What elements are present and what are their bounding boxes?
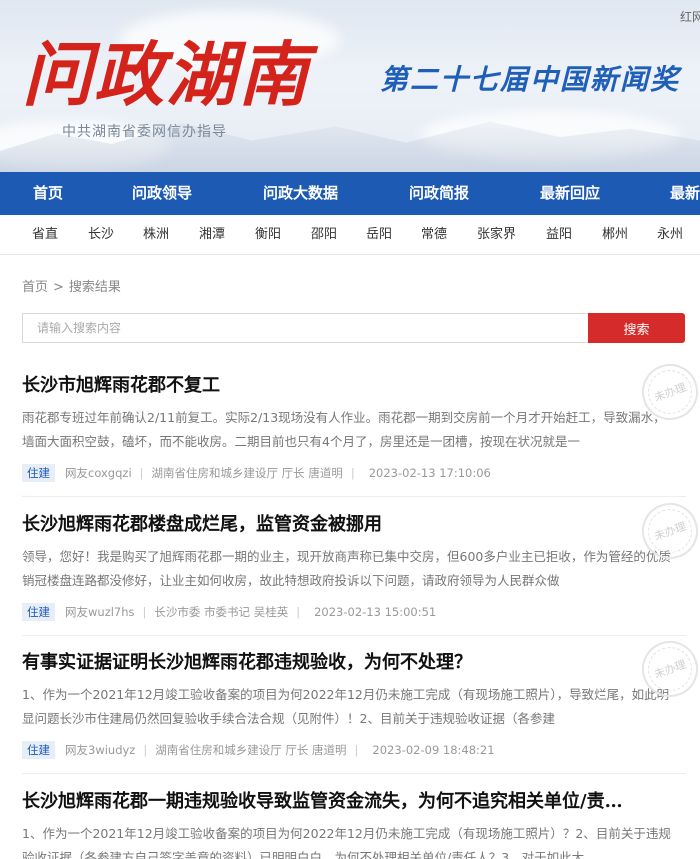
result-snippet: 1、作为一个2021年12月竣工验收备案的项目为何2022年12月仍未施工完成（… bbox=[22, 826, 671, 859]
result-department[interactable]: 湖南省住房和城乡建设厅 厅长 唐道明 bbox=[155, 742, 346, 758]
city-item[interactable]: 长沙 bbox=[88, 215, 114, 254]
result-item: 长沙旭辉雨花郡一期违规验收导致监管资金流失，为何不追究相关单位/责… 1、作为一… bbox=[22, 790, 686, 859]
result-department[interactable]: 长沙市委 市委书记 吴桂英 bbox=[154, 604, 288, 620]
result-user: 网友wuzl7hs bbox=[65, 605, 135, 619]
city-nav: 省直 长沙 株洲 湘潭 衡阳 邵阳 岳阳 常德 张家界 益阳 郴州 永州 bbox=[0, 215, 700, 255]
city-item[interactable]: 永州 bbox=[657, 215, 683, 254]
city-item[interactable]: 衡阳 bbox=[255, 215, 281, 254]
top-link[interactable]: 红网 bbox=[680, 8, 700, 25]
result-title[interactable]: 有事实证据证明长沙旭辉雨花郡违规验收，为何不处理？ bbox=[22, 651, 662, 675]
result-meta: 住建 网友3wiudyz | 湖南省住房和城乡建设厅 厅长 唐道明 | 2023… bbox=[22, 741, 686, 759]
city-item[interactable]: 张家界 bbox=[477, 215, 516, 254]
category-tag[interactable]: 住建 bbox=[22, 464, 55, 482]
result-user: 网友3wiudyz bbox=[65, 743, 136, 757]
result-item: 有事实证据证明长沙旭辉雨花郡违规验收，为何不处理？ 1、作为一个2021年12月… bbox=[22, 633, 700, 781]
header-banner: 问政湖南 中共湖南省委网信办指导 第二十七届中国新闻奖 红网 bbox=[0, 0, 700, 172]
main-nav: 首页 问政领导 问政大数据 问政简报 最新回应 最新 bbox=[0, 172, 700, 215]
meta-divider: | bbox=[143, 743, 148, 757]
meta-divider: | bbox=[139, 466, 144, 480]
nav-item-briefing[interactable]: 问政简报 bbox=[409, 172, 469, 215]
search-button[interactable]: 搜索 bbox=[588, 313, 685, 343]
site-logo[interactable]: 问政湖南 bbox=[22, 30, 310, 120]
search-input[interactable] bbox=[22, 313, 589, 343]
category-tag[interactable]: 住建 bbox=[22, 741, 55, 759]
row-divider bbox=[22, 635, 686, 636]
result-title[interactable]: 长沙旭辉雨花郡楼盘成烂尾，监管资金被挪用 bbox=[22, 513, 662, 537]
row-divider bbox=[22, 773, 686, 774]
category-tag[interactable]: 住建 bbox=[22, 603, 55, 621]
meta-divider: | bbox=[354, 743, 359, 757]
breadcrumb-separator: > bbox=[53, 280, 64, 295]
city-item[interactable]: 株洲 bbox=[143, 215, 169, 254]
city-item[interactable]: 岳阳 bbox=[366, 215, 392, 254]
nav-item-bigdata[interactable]: 问政大数据 bbox=[263, 172, 338, 215]
city-item[interactable]: 省直 bbox=[32, 215, 58, 254]
city-item[interactable]: 邵阳 bbox=[311, 215, 337, 254]
result-item: 长沙旭辉雨花郡楼盘成烂尾，监管资金被挪用 领导，您好！我是购买了旭辉雨花郡一期的… bbox=[22, 495, 700, 643]
result-snippet: 雨花郡专班过年前确认2/11前复工。实际2/13现场没有人作业。雨花郡一期到交房… bbox=[22, 410, 666, 449]
result-meta: 住建 网友coxgqzi | 湖南省住房和城乡建设厅 厅长 唐道明 | 2023… bbox=[22, 464, 686, 482]
city-item[interactable]: 湘潭 bbox=[199, 215, 225, 254]
meta-divider: | bbox=[296, 605, 301, 619]
result-title[interactable]: 长沙市旭辉雨花郡不复工 bbox=[22, 374, 662, 398]
banner-slogan: 第二十七届中国新闻奖 bbox=[380, 63, 681, 96]
nav-item-home[interactable]: 首页 bbox=[33, 172, 63, 215]
city-item[interactable]: 郴州 bbox=[602, 215, 628, 254]
breadcrumb-current: 搜索结果 bbox=[68, 280, 121, 295]
city-item[interactable]: 益阳 bbox=[546, 215, 572, 254]
result-time: 2023-02-09 18:48:21 bbox=[372, 743, 495, 757]
nav-item-leaders[interactable]: 问政领导 bbox=[132, 172, 192, 215]
result-time: 2023-02-13 17:10:06 bbox=[368, 466, 491, 480]
row-divider bbox=[22, 496, 686, 497]
site-subtitle: 中共湖南省委网信办指导 bbox=[62, 124, 227, 140]
nav-item-latest[interactable]: 最新 bbox=[670, 172, 700, 215]
meta-divider: | bbox=[350, 466, 355, 480]
breadcrumb: 首页 > 搜索结果 bbox=[22, 276, 121, 295]
result-meta: 住建 网友wuzl7hs | 长沙市委 市委书记 吴桂英 | 2023-02-1… bbox=[22, 603, 686, 621]
result-item: 长沙市旭辉雨花郡不复工 雨花郡专班过年前确认2/11前复工。实际2/13现场没有… bbox=[22, 356, 700, 504]
nav-item-latest-response[interactable]: 最新回应 bbox=[540, 172, 600, 215]
result-snippet: 1、作为一个2021年12月竣工验收备案的项目为何2022年12月仍未施工完成（… bbox=[22, 687, 670, 726]
result-time: 2023-02-13 15:00:51 bbox=[314, 605, 437, 619]
result-title[interactable]: 长沙旭辉雨花郡一期违规验收导致监管资金流失，为何不追究相关单位/责… bbox=[22, 790, 662, 814]
city-item[interactable]: 常德 bbox=[421, 215, 447, 254]
result-user: 网友coxgqzi bbox=[65, 466, 132, 480]
result-snippet: 领导，您好！我是购买了旭辉雨花郡一期的业主，现开放商声称已集中交房，但600多户… bbox=[22, 549, 671, 588]
meta-divider: | bbox=[142, 605, 147, 619]
breadcrumb-home[interactable]: 首页 bbox=[22, 280, 48, 295]
result-department[interactable]: 湖南省住房和城乡建设厅 厅长 唐道明 bbox=[152, 465, 343, 481]
